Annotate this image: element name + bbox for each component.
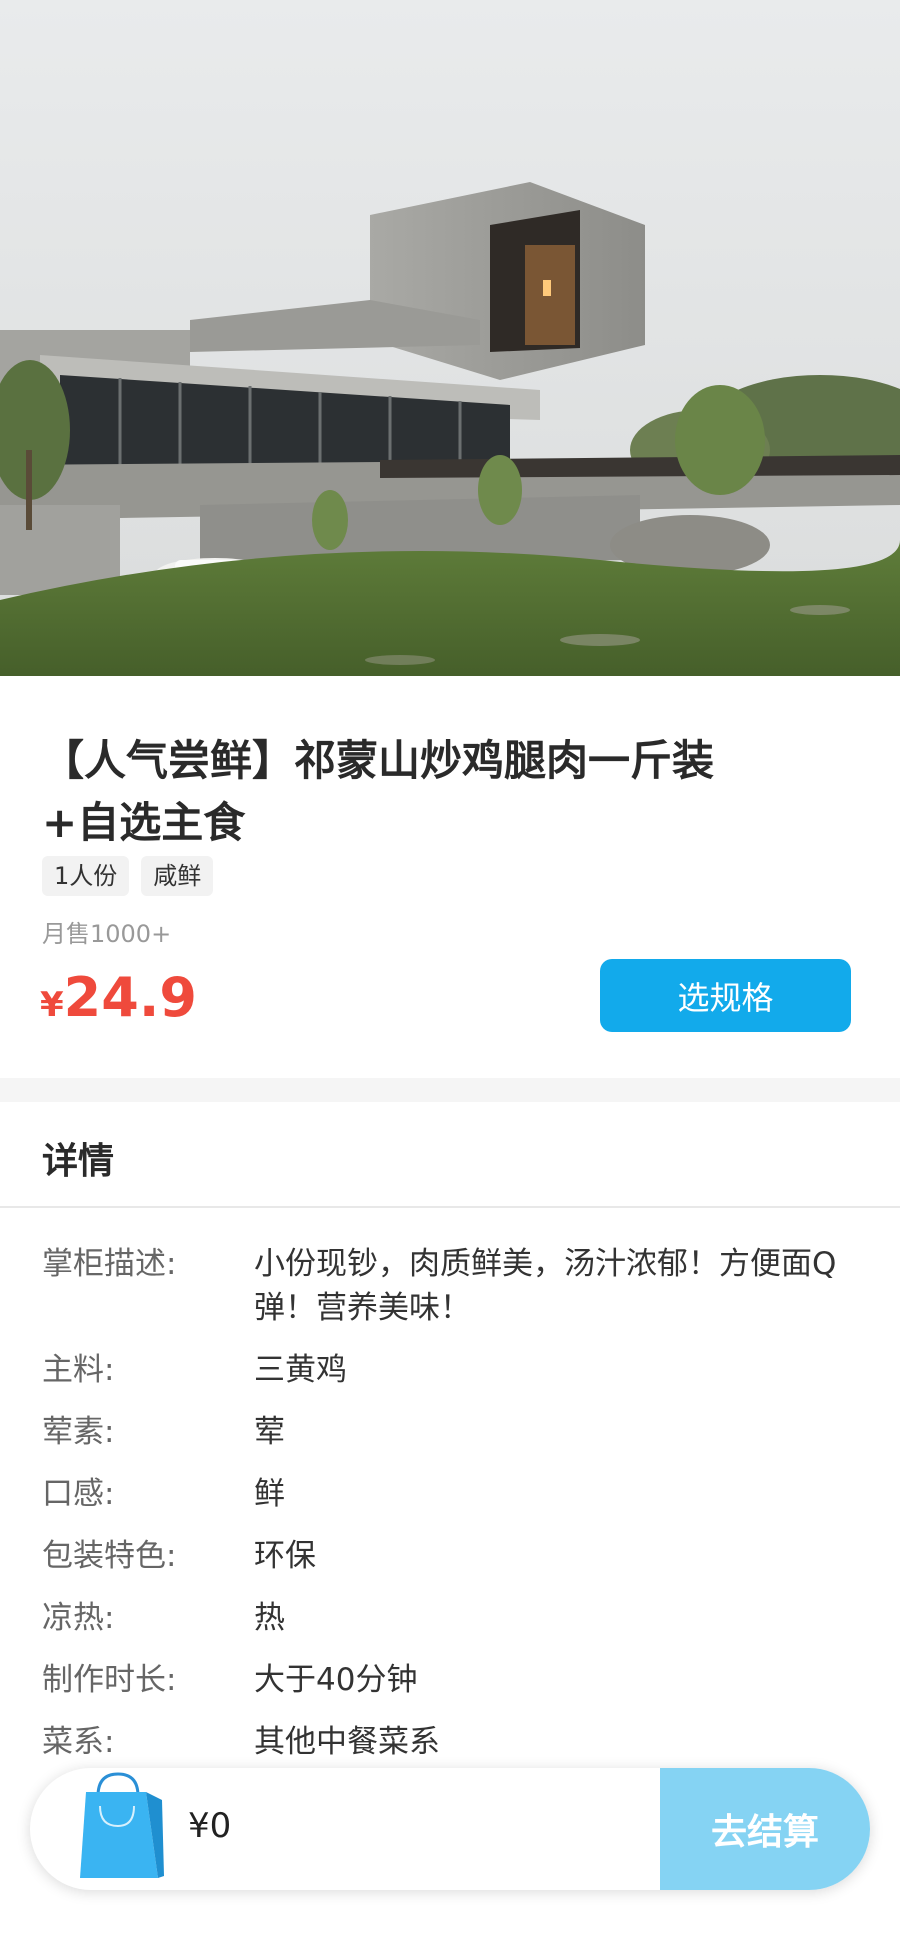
shopping-bag-icon[interactable]: [76, 1768, 166, 1884]
attr-label: 制作时长:: [42, 1662, 177, 1698]
product-price: ¥24.9: [40, 966, 197, 1029]
currency-symbol: ¥: [40, 985, 64, 1025]
attr-value: 荤: [254, 1414, 285, 1450]
tag-list: 1人份 咸鲜: [42, 856, 214, 896]
select-spec-button[interactable]: 选规格: [600, 959, 851, 1032]
attr-row: 包装特色: 环保: [42, 1534, 862, 1578]
attr-row: 掌柜描述: 小份现钞，肉质鲜美，汤汁浓郁！方便面Q弹！营养美味！: [42, 1242, 862, 1330]
attr-row: 口感: 鲜: [42, 1472, 862, 1516]
attr-row: 凉热: 热: [42, 1596, 862, 1640]
house-photo: [0, 0, 900, 676]
attr-row: 制作时长: 大于40分钟: [42, 1658, 862, 1702]
attr-row: 主料: 三黄鸡: [42, 1348, 862, 1392]
attr-value: 热: [254, 1600, 285, 1636]
section-gap: [0, 1078, 900, 1102]
cart-bar: ¥0 去结算: [30, 1768, 870, 1890]
tag-flavor: 咸鲜: [141, 856, 214, 896]
attr-label: 主料:: [42, 1352, 115, 1388]
attribute-list: 掌柜描述: 小份现钞，肉质鲜美，汤汁浓郁！方便面Q弹！营养美味！ 主料: 三黄鸡…: [42, 1242, 862, 1782]
product-info-card: 【人气尝鲜】祁蒙山炒鸡腿肉一斤装+自选主食 1人份 咸鲜 月售1000+ ¥24…: [0, 676, 900, 1078]
attr-label: 凉热:: [42, 1600, 115, 1636]
attr-value: 大于40分钟: [254, 1662, 418, 1698]
cart-total: ¥0: [188, 1806, 232, 1846]
attr-value: 环保: [254, 1538, 316, 1574]
details-heading: 详情: [42, 1141, 115, 1182]
divider: [0, 1206, 900, 1208]
checkout-button[interactable]: 去结算: [660, 1768, 870, 1890]
monthly-sales: 月售1000+: [42, 920, 172, 948]
attr-value: 其他中餐菜系: [254, 1724, 440, 1760]
attr-label: 口感:: [42, 1476, 115, 1512]
product-detail-page: 【人气尝鲜】祁蒙山炒鸡腿肉一斤装+自选主食 1人份 咸鲜 月售1000+ ¥24…: [0, 0, 900, 1949]
attr-row: 荤素: 荤: [42, 1410, 862, 1454]
attr-label: 菜系:: [42, 1724, 115, 1760]
price-value: 24.9: [63, 966, 197, 1029]
attr-value: 鲜: [254, 1476, 285, 1512]
product-title: 【人气尝鲜】祁蒙山炒鸡腿肉一斤装+自选主食: [42, 736, 715, 847]
attr-value: 三黄鸡: [254, 1352, 347, 1388]
attr-label: 掌柜描述:: [42, 1246, 177, 1282]
tag-servings: 1人份: [42, 856, 130, 896]
product-image: [0, 0, 900, 676]
attr-row: 菜系: 其他中餐菜系: [42, 1720, 862, 1764]
attr-label: 荤素:: [42, 1414, 115, 1450]
attr-value: 小份现钞，肉质鲜美，汤汁浓郁！方便面Q弹！营养美味！: [254, 1246, 837, 1326]
attr-label: 包装特色:: [42, 1538, 177, 1574]
